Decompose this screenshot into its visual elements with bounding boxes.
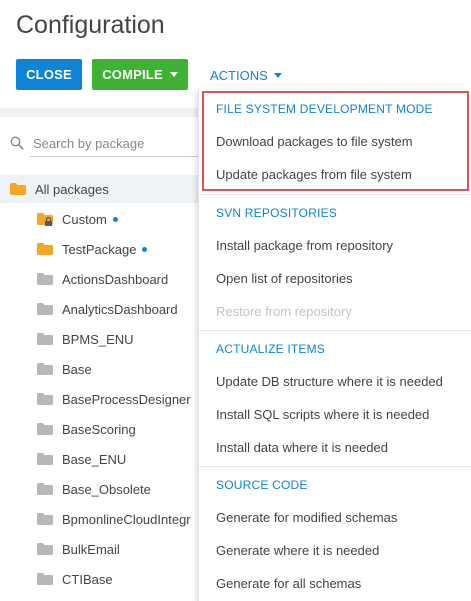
menu-section-header: SOURCE CODE: [216, 478, 308, 492]
menu-divider: [199, 466, 471, 467]
page-title: Configuration: [16, 11, 165, 39]
tree-item-label: TestPackage: [62, 241, 137, 257]
tree-item-package[interactable]: BpmonlineCloudIntegr: [0, 505, 200, 533]
menu-item[interactable]: Install SQL scripts where it is needed: [216, 407, 429, 422]
lock-icon: [45, 217, 52, 226]
menu-item[interactable]: Update DB structure where it is needed: [216, 374, 443, 389]
package-search[interactable]: Search by package: [10, 131, 200, 155]
tree-item-package[interactable]: BulkEmail: [0, 535, 200, 563]
tree-item-label: BaseScoring: [62, 421, 136, 437]
actions-button-label: ACTIONS: [210, 67, 268, 83]
tree-item-package[interactable]: BaseScoring: [0, 415, 200, 443]
actions-dropdown-menu: FILE SYSTEM DEVELOPMENT MODE Download pac…: [198, 90, 471, 601]
menu-item[interactable]: Install package from repository: [216, 238, 393, 253]
folder-icon: [37, 243, 53, 255]
tree-item-label: BpmonlineCloudIntegr: [62, 511, 191, 527]
menu-divider: [199, 194, 471, 195]
tree-item-label: Base: [62, 361, 92, 377]
menu-section-header: SVN REPOSITORIES: [216, 206, 338, 220]
close-button-label: CLOSE: [26, 67, 72, 82]
folder-icon: [10, 183, 26, 195]
tree-item-label: ActionsDashboard: [62, 271, 169, 287]
menu-item[interactable]: Generate for modified schemas: [216, 510, 397, 525]
tree-item-package[interactable]: CTIBase: [0, 565, 200, 593]
actions-button[interactable]: ACTIONS: [210, 64, 282, 86]
tree-item-package[interactable]: TestPackage: [0, 235, 200, 263]
menu-section-header: ACTUALIZE ITEMS: [216, 342, 326, 356]
tree-item-package[interactable]: Custom: [0, 205, 200, 233]
folder-icon: [37, 363, 53, 375]
tree-item-package[interactable]: BPMS_ENU: [0, 325, 200, 353]
menu-section-header: FILE SYSTEM DEVELOPMENT MODE: [216, 102, 433, 116]
menu-item[interactable]: Update packages from file system: [216, 167, 412, 182]
menu-item[interactable]: Install data where it is needed: [216, 440, 388, 455]
tree-item-all-packages[interactable]: All packages: [0, 175, 200, 203]
modified-indicator-dot: [112, 216, 118, 222]
menu-item[interactable]: Generate for all schemas: [216, 576, 361, 591]
folder-icon: [37, 573, 53, 585]
menu-divider: [199, 330, 471, 331]
tree-item-package[interactable]: Base: [0, 355, 200, 383]
tree-item-package[interactable]: AnalyticsDashboard: [0, 295, 200, 323]
menu-item: Restore from repository: [216, 304, 352, 319]
folder-icon: [37, 333, 53, 345]
folder-icon: [37, 543, 53, 555]
modified-indicator-dot: [142, 246, 148, 252]
folder-icon: [37, 303, 53, 315]
tree-item-label: BPMS_ENU: [62, 331, 134, 347]
folder-icon: [37, 483, 53, 495]
tree-item-label: BulkEmail: [62, 541, 120, 557]
tree-item-label: CTIBase: [62, 571, 113, 587]
tree-item-label: Base_Obsolete: [62, 481, 151, 497]
tree-item-package[interactable]: BaseProcessDesigner: [0, 385, 200, 413]
menu-item[interactable]: Download packages to file system: [216, 134, 413, 149]
search-icon: [10, 136, 24, 150]
tree-item-label: Base_ENU: [62, 451, 127, 467]
tree-item-package[interactable]: Base_ENU: [0, 445, 200, 473]
folder-icon: [37, 273, 53, 285]
folder-icon: [37, 513, 53, 525]
tree-item-package[interactable]: ActionsDashboard: [0, 265, 200, 293]
menu-item[interactable]: Open list of repositories: [216, 271, 353, 286]
tree-item-label: Custom: [62, 211, 107, 227]
chevron-down-icon: [273, 72, 282, 78]
tree-item-label: BaseProcessDesigner: [62, 391, 191, 407]
tree-item-label: All packages: [35, 181, 109, 197]
menu-item[interactable]: Generate where it is needed: [216, 543, 379, 558]
folder-locked-icon: [37, 213, 53, 226]
folder-icon: [37, 453, 53, 465]
chevron-down-icon: [169, 72, 178, 77]
close-button[interactable]: CLOSE: [16, 59, 82, 90]
folder-icon: [37, 423, 53, 435]
folder-icon: [37, 393, 53, 405]
tree-item-package[interactable]: Base_Obsolete: [0, 475, 200, 503]
configuration-page: Configuration CLOSE COMPILE ACTIONS Sear…: [0, 0, 471, 601]
search-input[interactable]: Search by package: [33, 136, 144, 151]
compile-button[interactable]: COMPILE: [92, 59, 188, 90]
tree-item-label: AnalyticsDashboard: [62, 301, 178, 317]
compile-button-label: COMPILE: [102, 67, 163, 82]
search-underline: [30, 156, 200, 157]
